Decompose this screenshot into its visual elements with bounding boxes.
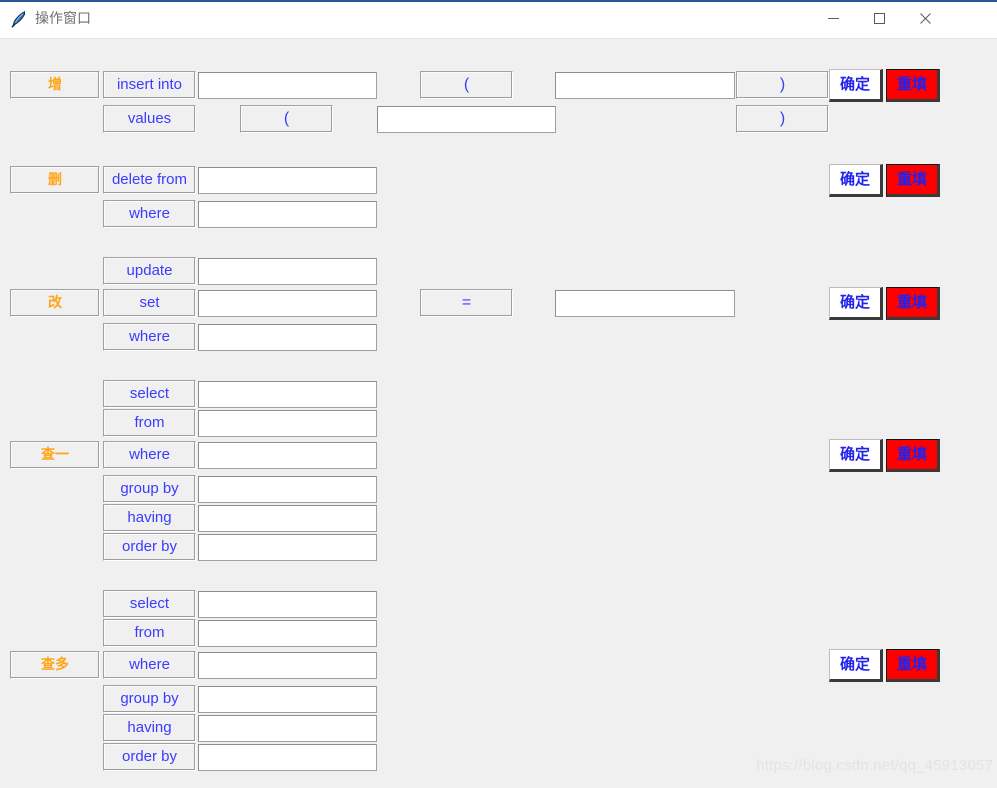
select-one-group-by-input[interactable] [198, 476, 377, 503]
section-tag-update: 改 [10, 289, 100, 317]
keyword-select-many-order-by: order by [103, 743, 196, 771]
select-many-reset-button[interactable]: 重填 [886, 649, 940, 682]
keyword-select-many-select: select [103, 590, 196, 618]
select-one-order-by-input[interactable] [198, 534, 377, 561]
window-title: 操作窗口 [35, 11, 91, 27]
keyword-select-many-having: having [103, 714, 196, 742]
keyword-update-where: where [103, 323, 196, 351]
update-reset-button[interactable]: 重填 [886, 287, 940, 320]
select-many-where-input[interactable] [198, 652, 377, 679]
keyword-values: values [103, 105, 196, 133]
keyword-delete-from: delete from [103, 166, 196, 194]
insert-table-input[interactable] [198, 72, 377, 99]
keyword-insert-into: insert into [103, 71, 196, 99]
keyword-select-many-from: from [103, 619, 196, 647]
form-canvas: 增 insert into ( ) values ( ) 确定 重填 删 del… [0, 39, 997, 788]
watermark-text: https://blog.csdn.net/qq_45913057 [756, 757, 993, 774]
update-confirm-button[interactable]: 确定 [829, 287, 883, 320]
insert-close-paren-1: ) [736, 71, 829, 99]
keyword-set: set [103, 289, 196, 317]
insert-values-input[interactable] [377, 106, 556, 133]
close-icon [920, 13, 931, 24]
select-many-order-by-input[interactable] [198, 744, 377, 771]
select-many-confirm-button[interactable]: 确定 [829, 649, 883, 682]
keyword-delete-where: where [103, 200, 196, 228]
maximize-button[interactable] [860, 1, 906, 38]
insert-open-paren-2: ( [240, 105, 333, 133]
update-set-value-input[interactable] [555, 290, 735, 317]
section-tag-delete: 删 [10, 166, 100, 194]
keyword-select-one-having: having [103, 504, 196, 532]
update-equals-label: = [420, 289, 513, 317]
update-table-input[interactable] [198, 258, 377, 285]
keyword-select-many-where: where [103, 651, 196, 679]
select-one-where-input[interactable] [198, 442, 377, 469]
delete-confirm-button[interactable]: 确定 [829, 164, 883, 197]
section-tag-select-many: 查多 [10, 651, 100, 679]
select-many-table-input[interactable] [198, 620, 377, 647]
section-tag-select-one: 查一 [10, 441, 100, 469]
insert-close-paren-2: ) [736, 105, 829, 133]
update-set-column-input[interactable] [198, 290, 377, 317]
select-many-columns-input[interactable] [198, 591, 377, 618]
keyword-select-one-group-by: group by [103, 475, 196, 503]
window-titlebar: 操作窗口 [0, 0, 997, 39]
delete-reset-button[interactable]: 重填 [886, 164, 940, 197]
select-one-confirm-button[interactable]: 确定 [829, 439, 883, 472]
update-where-input[interactable] [198, 324, 377, 351]
keyword-select-many-group-by: group by [103, 685, 196, 713]
select-one-table-input[interactable] [198, 410, 377, 437]
keyword-select-one-select: select [103, 380, 196, 408]
delete-table-input[interactable] [198, 167, 377, 194]
insert-columns-input[interactable] [555, 72, 735, 99]
insert-reset-button[interactable]: 重填 [886, 69, 940, 102]
select-many-group-by-input[interactable] [198, 686, 377, 713]
keyword-update: update [103, 257, 196, 285]
insert-confirm-button[interactable]: 确定 [829, 69, 883, 102]
select-one-having-input[interactable] [198, 505, 377, 532]
minimize-icon [828, 18, 839, 19]
keyword-select-one-where: where [103, 441, 196, 469]
select-many-having-input[interactable] [198, 715, 377, 742]
select-one-reset-button[interactable]: 重填 [886, 439, 940, 472]
delete-where-input[interactable] [198, 201, 377, 228]
insert-open-paren-1: ( [420, 71, 513, 99]
select-one-columns-input[interactable] [198, 381, 377, 408]
minimize-button[interactable] [814, 1, 860, 38]
keyword-select-one-order-by: order by [103, 533, 196, 561]
close-button[interactable] [906, 1, 952, 38]
maximize-icon [874, 13, 885, 24]
feather-icon [9, 9, 29, 29]
keyword-select-one-from: from [103, 409, 196, 437]
section-tag-insert: 增 [10, 71, 100, 99]
